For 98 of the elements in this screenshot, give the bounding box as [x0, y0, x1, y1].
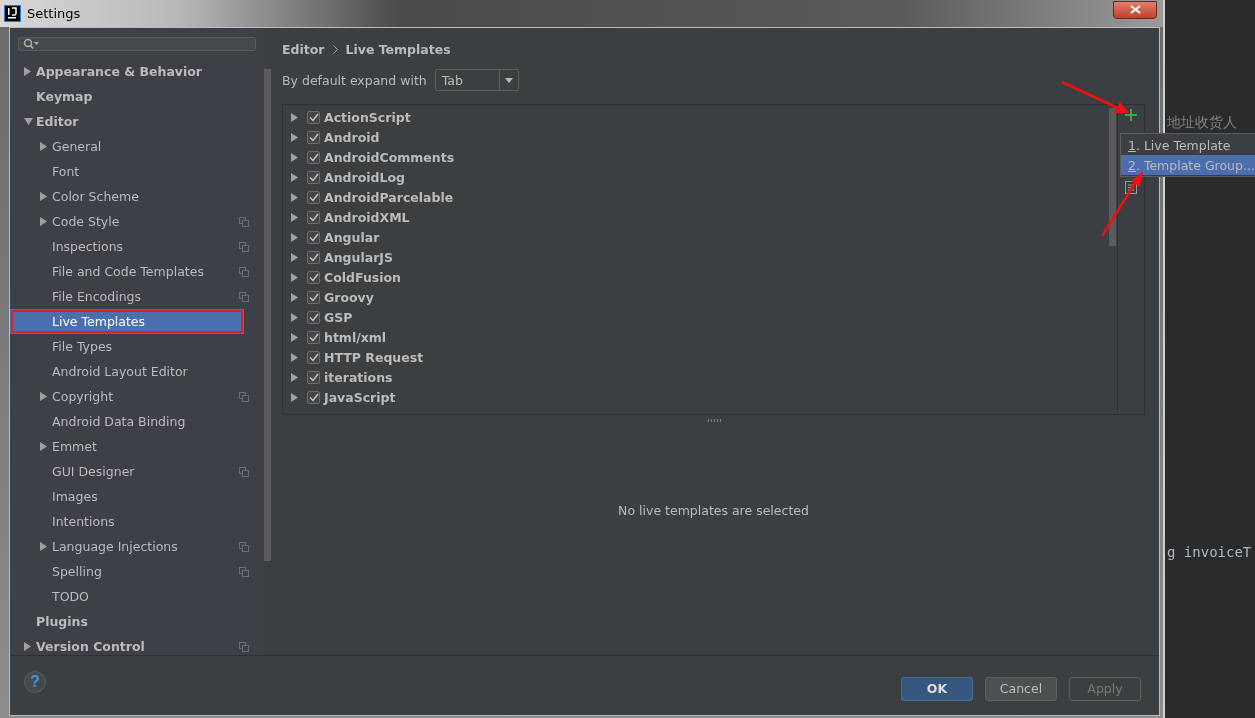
settings-tree-item[interactable]: Spelling	[10, 559, 256, 584]
search-field[interactable]	[18, 37, 256, 51]
menu-item[interactable]: 1. Live Template	[1121, 135, 1255, 155]
template-group-name[interactable]: AndroidLog	[324, 169, 405, 185]
copy-icon	[239, 216, 249, 227]
splitter-handle-icon[interactable]	[706, 418, 721, 422]
search-icon	[23, 38, 39, 50]
template-group-name[interactable]: HTTP Request	[324, 349, 424, 365]
checkbox[interactable]	[307, 130, 320, 144]
template-group-name[interactable]: Android	[324, 129, 380, 145]
template-group-name[interactable]: Angular	[324, 229, 380, 245]
template-group-name[interactable]: AndroidXML	[324, 209, 410, 225]
caret-down-icon	[504, 77, 513, 83]
template-group-name[interactable]: AndroidComments	[324, 149, 455, 165]
settings-tree-item[interactable]: File Encodings	[10, 284, 256, 309]
expand-arrow-icon[interactable]	[40, 392, 48, 401]
settings-tree-item[interactable]: Emmet	[10, 434, 256, 459]
settings-tree-item[interactable]: Copyright	[10, 384, 256, 409]
annotation-arrow	[1100, 171, 1143, 237]
template-group-name[interactable]: GSP	[324, 309, 353, 325]
expand-arrow-icon[interactable]	[24, 67, 32, 76]
expand-arrow-icon[interactable]	[40, 192, 48, 201]
checkbox[interactable]	[307, 310, 320, 324]
expand-key-dropdown[interactable]: Tab	[434, 69, 519, 91]
annotation-arrow	[1061, 80, 1129, 113]
template-group-name[interactable]: AndroidParcelable	[324, 189, 454, 205]
help-button[interactable]: ?	[24, 670, 46, 693]
copy-icon	[239, 391, 249, 402]
expand-arrow-icon[interactable]	[40, 442, 48, 451]
code-text: 地址收货人	[1167, 114, 1238, 132]
settings-tree-item[interactable]: GUI Designer	[10, 459, 256, 484]
settings-tree-item[interactable]: Android Data Binding	[10, 409, 256, 434]
template-group-name[interactable]: html/xml	[324, 329, 387, 345]
checkbox[interactable]	[307, 190, 320, 204]
copy-icon	[239, 566, 249, 577]
checkbox[interactable]	[307, 250, 320, 264]
checkbox[interactable]	[307, 390, 320, 404]
settings-tree-item[interactable]: TODO	[10, 584, 256, 609]
settings-tree-item[interactable]: Android Layout Editor	[10, 359, 256, 384]
checkbox[interactable]	[307, 170, 320, 184]
collapse-arrow-icon[interactable]	[23, 117, 33, 126]
settings-tree-item[interactable]: Language Injections	[10, 534, 256, 559]
dialog-button[interactable]: OK	[901, 676, 973, 701]
scrollbar-thumb[interactable]	[264, 69, 271, 561]
settings-tree-item[interactable]: Font	[10, 159, 256, 184]
close-button[interactable]	[1113, 0, 1157, 19]
checkbox[interactable]	[307, 350, 320, 364]
expand-with-label: By default expand with	[282, 72, 427, 88]
settings-tree-item[interactable]: General	[10, 134, 256, 159]
scrollbar-thumb[interactable]	[1109, 108, 1116, 246]
expand-arrow-icon[interactable]	[24, 642, 32, 651]
settings-tree-item[interactable]: Live Templates	[10, 309, 244, 334]
settings-tree-item[interactable]: Images	[10, 484, 256, 509]
breadcrumb-item[interactable]: Editor	[282, 41, 325, 57]
settings-tree-item[interactable]: Intentions	[10, 509, 256, 534]
copy-icon	[239, 241, 249, 252]
settings-tree-item[interactable]: Editor	[10, 109, 256, 134]
settings-tree-item[interactable]: Code Style	[10, 209, 256, 234]
copy-icon	[239, 291, 249, 302]
chevron-right-icon	[332, 44, 338, 54]
checkbox[interactable]	[307, 330, 320, 344]
checkbox[interactable]	[307, 210, 320, 224]
add-icon[interactable]	[1125, 109, 1137, 121]
settings-tree-item[interactable]: Keymap	[10, 84, 256, 109]
breadcrumb-item[interactable]: Live Templates	[345, 41, 451, 57]
settings-tree-item[interactable]: File Types	[10, 334, 256, 359]
template-group-name[interactable]: ActionScript	[324, 109, 411, 125]
checkbox[interactable]	[307, 150, 320, 164]
expand-arrow-icon[interactable]	[40, 142, 48, 151]
checkbox[interactable]	[307, 110, 320, 124]
settings-tree-item[interactable]: Appearance & Behavior	[10, 59, 256, 84]
settings-tree-item[interactable]: Plugins	[10, 609, 256, 634]
template-group-name[interactable]: JavaScript	[324, 389, 396, 405]
copy-icon	[239, 541, 249, 552]
empty-state-message: No live templates are selected	[618, 502, 809, 518]
settings-tree-item[interactable]: Color Scheme	[10, 184, 256, 209]
checkbox[interactable]	[307, 370, 320, 384]
code-text: g invoiceT	[1167, 544, 1253, 560]
template-group-name[interactable]: ColdFusion	[324, 269, 402, 285]
app-logo-icon	[4, 5, 21, 22]
template-group-name[interactable]: AngularJS	[324, 249, 393, 265]
expand-arrow-icon[interactable]	[40, 542, 48, 551]
expand-arrow-icon[interactable]	[40, 217, 48, 226]
checkbox[interactable]	[307, 270, 320, 284]
settings-tree-item[interactable]: File and Code Templates	[10, 259, 256, 284]
window-title: Settings	[27, 6, 81, 21]
checkbox[interactable]	[307, 290, 320, 304]
template-group-name[interactable]: Groovy	[324, 289, 374, 305]
checkbox[interactable]	[307, 230, 320, 244]
copy-icon	[239, 641, 249, 652]
copy-icon	[239, 266, 249, 277]
dialog-button[interactable]: Cancel	[985, 676, 1057, 701]
close-icon	[1129, 5, 1141, 14]
settings-tree-item[interactable]: Version Control	[10, 634, 256, 655]
settings-tree-item[interactable]: Inspections	[10, 234, 256, 259]
copy-icon	[239, 466, 249, 477]
document-icon[interactable]	[1125, 181, 1137, 194]
template-group-name[interactable]: iterations	[324, 369, 393, 385]
